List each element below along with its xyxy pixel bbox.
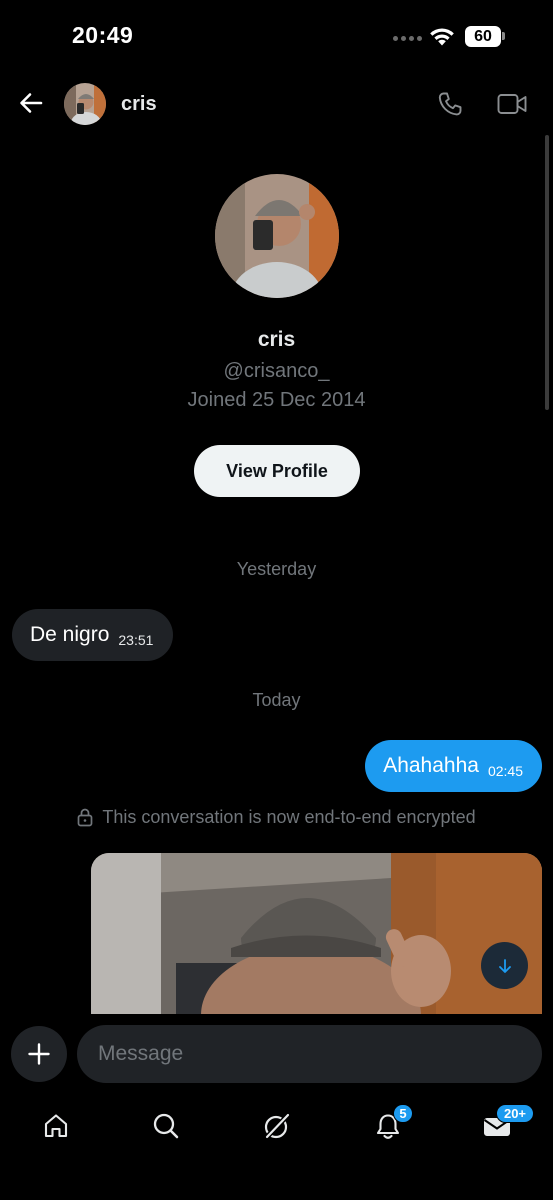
bottom-tab-bar: 5 20+ bbox=[0, 1098, 553, 1200]
back-button[interactable] bbox=[16, 88, 46, 118]
message-photo bbox=[91, 853, 542, 1015]
home-icon bbox=[44, 1114, 68, 1138]
status-time: 20:49 bbox=[72, 22, 134, 48]
arrow-down-icon bbox=[498, 958, 511, 973]
profile-photo bbox=[215, 174, 339, 298]
message-text: Ahahahha bbox=[383, 754, 479, 777]
phone-call-icon[interactable] bbox=[436, 90, 464, 118]
profile-joined-date: Joined 25 Dec 2014 bbox=[187, 389, 366, 411]
add-attachment-button[interactable] bbox=[11, 1026, 67, 1082]
profile-handle: @crisanco_ bbox=[223, 360, 330, 382]
message-time: 23:51 bbox=[118, 632, 154, 648]
outgoing-message[interactable]: Ahahahha 02:45 bbox=[365, 740, 542, 792]
cellular-signal-icon bbox=[393, 36, 422, 41]
battery-indicator: 60 bbox=[465, 26, 501, 47]
status-bar: 20:49 60 bbox=[0, 0, 553, 72]
profile-avatar[interactable] bbox=[215, 174, 339, 298]
wifi-icon bbox=[430, 28, 454, 46]
encryption-notice-text: This conversation is now end-to-end encr… bbox=[102, 807, 476, 827]
notifications-badge: 5 bbox=[393, 1104, 413, 1123]
header-name[interactable]: cris bbox=[121, 93, 157, 116]
plus-icon bbox=[28, 1043, 50, 1065]
conversation-header: cris bbox=[0, 78, 553, 132]
video-call-icon[interactable] bbox=[497, 92, 527, 116]
tab-search[interactable] bbox=[148, 1108, 184, 1144]
image-message[interactable] bbox=[91, 853, 542, 1015]
day-separator-yesterday: Yesterday bbox=[236, 559, 317, 579]
header-avatar[interactable] bbox=[64, 83, 106, 125]
incoming-message[interactable]: De nigro 23:51 bbox=[12, 609, 174, 661]
message-input[interactable] bbox=[77, 1025, 542, 1083]
avatar-image bbox=[64, 83, 106, 125]
tab-grok[interactable] bbox=[259, 1108, 295, 1144]
scroll-to-bottom-button[interactable] bbox=[481, 942, 528, 989]
message-time: 02:45 bbox=[487, 763, 523, 779]
grok-icon bbox=[264, 1112, 291, 1140]
battery-tip bbox=[502, 32, 505, 40]
search-icon bbox=[153, 1113, 179, 1139]
tab-home[interactable] bbox=[38, 1108, 74, 1144]
day-separator-today: Today bbox=[252, 690, 301, 710]
back-arrow-icon bbox=[20, 93, 43, 113]
encryption-notice: This conversation is now end-to-end encr… bbox=[0, 807, 553, 828]
profile-name: cris bbox=[257, 328, 296, 351]
message-text: De nigro bbox=[30, 623, 110, 646]
view-profile-button[interactable]: View Profile bbox=[194, 445, 360, 497]
messages-badge: 20+ bbox=[496, 1104, 534, 1123]
lock-icon bbox=[78, 808, 93, 827]
